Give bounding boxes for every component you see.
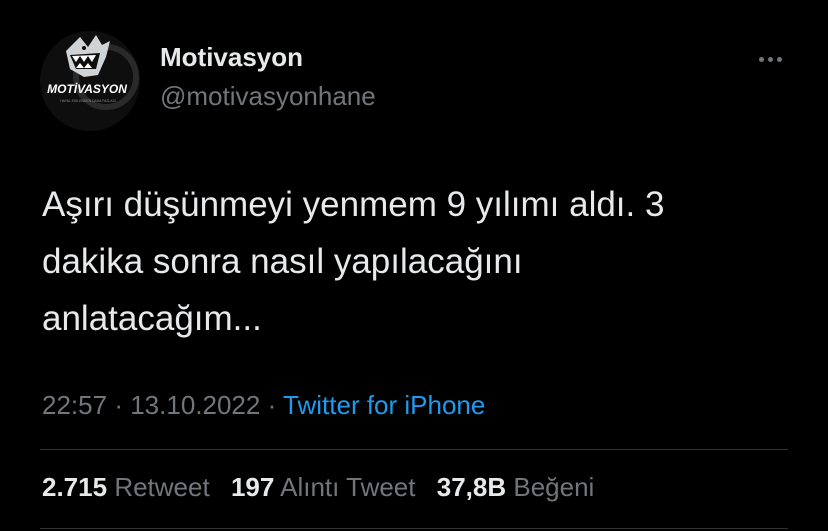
shark-logo-icon: MOTİVASYON HAYAL EDİLENDEN DAHA FAZLASI (40, 31, 140, 131)
tweet-source-link[interactable]: Twitter for iPhone (283, 390, 485, 420)
meta-separator: · (114, 390, 123, 420)
divider (40, 449, 788, 450)
divider (40, 528, 788, 529)
quote-tweets-count: 197 (230, 472, 275, 502)
retweets-stat[interactable]: 2.715 Retweet (42, 472, 210, 503)
more-options-button[interactable] (752, 44, 788, 74)
tweet-text-line: Aşırı düşünmeyi yenmem 9 yılımı aldı. 3 (42, 185, 665, 224)
avatar[interactable]: MOTİVASYON HAYAL EDİLENDEN DAHA FAZLASI (40, 31, 140, 131)
tweet-stats: 2.715 Retweet 197 Alıntı Tweet 37,8B Beğ… (42, 472, 608, 503)
avatar-logo-subtext: HAYAL EDİLENDEN DAHA FAZLASI (60, 98, 116, 103)
retweets-count: 2.715 (42, 472, 108, 502)
likes-count: 37,8B (436, 472, 507, 502)
more-horizontal-icon (758, 56, 764, 62)
likes-stat[interactable]: 37,8B Beğeni (437, 472, 595, 503)
quote-tweets-stat[interactable]: 197 Alıntı Tweet (231, 472, 416, 503)
tweet-text-line: anlatacağım... (42, 299, 262, 338)
avatar-logo-text: MOTİVASYON (47, 81, 127, 96)
tweet-text: Aşırı düşünmeyi yenmem 9 yılımı aldı. 3 … (42, 176, 802, 347)
meta-separator: · (267, 390, 277, 420)
more-horizontal-icon (767, 56, 773, 62)
more-horizontal-icon (776, 56, 782, 62)
tweet-time[interactable]: 22:57 (42, 390, 107, 420)
tweet-text-line: dakika sonra nasıl yapılacağını (42, 242, 523, 281)
tweet-detail: MOTİVASYON HAYAL EDİLENDEN DAHA FAZLASI … (0, 0, 828, 531)
quote-tweets-label: Alıntı Tweet (280, 472, 416, 502)
author-handle[interactable]: @motivasyonhane (160, 81, 376, 112)
tweet-date[interactable]: 13.10.2022 (130, 390, 260, 420)
author-display-name[interactable]: Motivasyon (160, 42, 303, 73)
retweets-label: Retweet (114, 472, 210, 502)
tweet-meta: 22:57 · 13.10.2022 · Twitter for iPhone (42, 390, 485, 421)
likes-label: Beğeni (513, 472, 595, 502)
